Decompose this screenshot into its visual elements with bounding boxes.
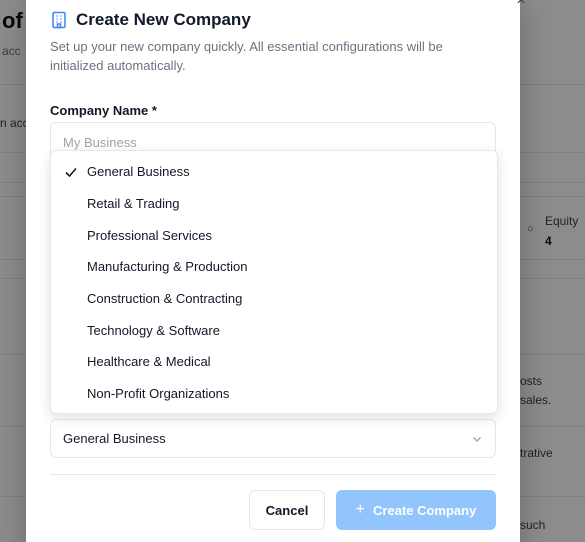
dropdown-option-general-business[interactable]: General Business: [51, 156, 497, 188]
industry-select-value: General Business: [63, 431, 166, 446]
building-icon: [52, 11, 66, 29]
dropdown-option-manufacturing-production[interactable]: Manufacturing & Production: [51, 251, 497, 283]
company-name-label: Company Name *: [50, 103, 157, 118]
create-company-button[interactable]: + Create Company: [336, 490, 496, 530]
footer-divider: [50, 474, 496, 475]
dropdown-option-label: Retail & Trading: [87, 196, 180, 212]
industry-dropdown: General Business Retail & Trading Profes…: [50, 150, 498, 414]
dropdown-option-technology-software[interactable]: Technology & Software: [51, 314, 497, 346]
dropdown-option-construction-contracting[interactable]: Construction & Contracting: [51, 283, 497, 315]
create-company-label: Create Company: [373, 502, 477, 518]
industry-select[interactable]: General Business: [50, 419, 496, 458]
dropdown-option-label: General Business: [87, 164, 190, 180]
dropdown-option-label: Construction & Contracting: [87, 291, 243, 307]
check-icon: [65, 167, 77, 178]
close-icon[interactable]: ×: [512, 0, 530, 10]
dialog-title: Create New Company: [76, 10, 251, 29]
chevron-down-icon: [473, 436, 481, 442]
cancel-button[interactable]: Cancel: [249, 490, 325, 530]
dropdown-option-professional-services[interactable]: Professional Services: [51, 219, 497, 251]
dropdown-option-label: Healthcare & Medical: [87, 354, 211, 370]
dropdown-option-label: Technology & Software: [87, 322, 220, 338]
dialog-description: Set up your new company quickly. All ess…: [50, 39, 443, 73]
dropdown-option-healthcare-medical[interactable]: Healthcare & Medical: [51, 346, 497, 378]
dropdown-option-retail-trading[interactable]: Retail & Trading: [51, 188, 497, 220]
dropdown-option-label: Non-Profit Organizations: [87, 386, 230, 402]
dialog-header: Create New Company: [50, 10, 251, 30]
plus-icon: +: [355, 501, 366, 518]
dropdown-option-label: Manufacturing & Production: [87, 259, 248, 275]
dropdown-option-label: Professional Services: [87, 227, 212, 243]
dropdown-option-non-profit[interactable]: Non-Profit Organizations: [51, 378, 497, 410]
